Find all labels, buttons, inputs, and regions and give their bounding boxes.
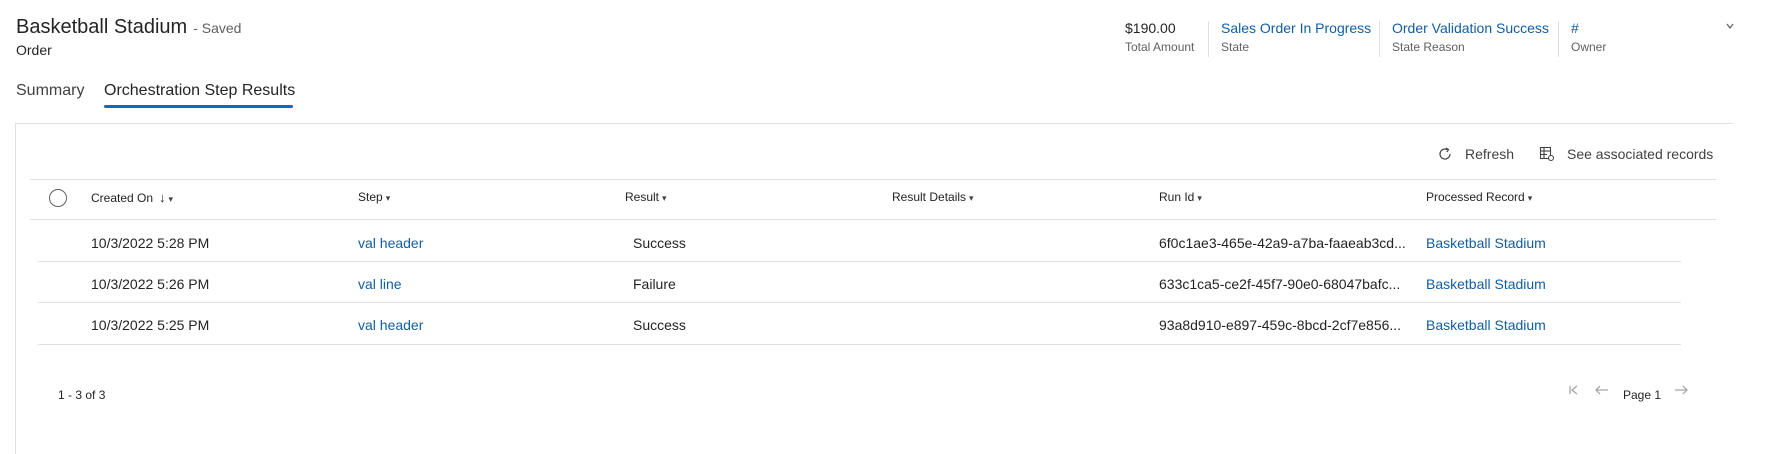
row-divider [38, 302, 1681, 303]
refresh-icon [1439, 147, 1451, 160]
associated-records-icon [1539, 146, 1555, 162]
next-page-icon[interactable] [1673, 383, 1689, 400]
row-divider [38, 261, 1681, 262]
header-divider-line [30, 219, 1716, 220]
owner-link[interactable]: # [1571, 20, 1606, 36]
row-divider [38, 344, 1681, 345]
cell-run-id: 6f0c1ae3-465e-42a9-a7ba-faaeab3cd... [1159, 235, 1406, 251]
chevron-down-icon: ▾ [168, 194, 174, 204]
cell-step-link[interactable]: val header [358, 235, 423, 251]
state-label: State [1221, 40, 1250, 54]
tab-summary[interactable]: Summary [16, 82, 84, 100]
record-title-text: Basketball Stadium [16, 16, 188, 38]
header-divider [1558, 21, 1559, 57]
cell-created-on: 10/3/2022 5:26 PM [91, 276, 210, 292]
cell-step-link[interactable]: val header [358, 317, 423, 333]
total-amount-label: Total Amount [1125, 40, 1195, 54]
see-associated-records-button[interactable]: See associated records [1539, 146, 1713, 162]
select-all-circle-icon[interactable] [49, 189, 67, 207]
column-header-run-id[interactable]: Run Id ▾ [1159, 190, 1202, 204]
column-header-label: Result [625, 190, 660, 204]
header-divider [1379, 21, 1380, 57]
header-field-state-reason: Order Validation Success State Reason [1392, 20, 1549, 58]
header-field-total-amount: $190.00 Total Amount [1125, 20, 1194, 58]
column-header-label: Result Details [892, 190, 967, 204]
cell-run-id: 93a8d910-e897-459c-8bcd-2cf7e856... [1159, 317, 1402, 333]
cell-processed-record-link[interactable]: Basketball Stadium [1426, 317, 1546, 333]
active-tab-indicator [104, 105, 293, 108]
column-header-result[interactable]: Result ▾ [625, 190, 667, 204]
tab-orchestration-step-results[interactable]: Orchestration Step Results [104, 82, 295, 100]
refresh-button[interactable]: Refresh [1437, 146, 1514, 162]
column-header-label: Run Id [1159, 190, 1195, 204]
cell-result: Success [633, 317, 686, 333]
column-header-label: Step [358, 190, 383, 204]
chevron-down-icon: ▾ [662, 193, 667, 203]
column-header-result-details[interactable]: Result Details ▾ [892, 190, 974, 204]
owner-label: Owner [1571, 40, 1607, 54]
cell-run-id: 633c1ca5-ce2f-45f7-90e0-68047bafc... [1159, 276, 1401, 292]
refresh-label: Refresh [1465, 146, 1515, 162]
cell-processed-record-link[interactable]: Basketball Stadium [1426, 276, 1546, 292]
chevron-down-icon: ▾ [969, 193, 974, 203]
state-reason-link[interactable]: Order Validation Success [1392, 20, 1549, 36]
header-divider [1208, 21, 1209, 57]
state-reason-label: State Reason [1392, 40, 1465, 54]
entity-name: Order [16, 42, 52, 58]
column-header-step[interactable]: Step ▾ [358, 190, 390, 204]
cell-result: Failure [633, 276, 676, 292]
state-link[interactable]: Sales Order In Progress [1221, 20, 1371, 36]
cell-processed-record-link[interactable]: Basketball Stadium [1426, 235, 1546, 251]
column-header-processed-record[interactable]: Processed Record ▾ [1426, 190, 1532, 204]
header-field-state: Sales Order In Progress State [1221, 20, 1371, 58]
column-header-label: Processed Record [1426, 190, 1525, 204]
cell-result: Success [633, 235, 686, 251]
page-indicator: Page 1 [1623, 388, 1662, 402]
save-status: - Saved [193, 20, 242, 36]
chevron-down-icon: ▾ [1527, 193, 1533, 203]
first-page-icon[interactable] [1567, 383, 1581, 400]
chevron-down-icon: ▾ [385, 193, 391, 203]
collapse-header-icon[interactable] [1725, 18, 1735, 34]
record-title: Basketball Stadium - Saved [16, 16, 241, 39]
cell-step-link[interactable]: val line [358, 276, 402, 292]
previous-page-icon[interactable] [1594, 383, 1610, 400]
sort-descending-icon: ↓ [159, 190, 166, 205]
record-count: 1 - 3 of 3 [58, 388, 106, 402]
header-field-owner: # Owner [1571, 20, 1606, 58]
see-associated-records-label: See associated records [1567, 146, 1714, 162]
column-header-created-on[interactable]: Created On ↓ ▾ [91, 190, 173, 205]
column-header-label: Created On [91, 191, 154, 205]
cell-created-on: 10/3/2022 5:28 PM [91, 235, 210, 251]
grid-top-divider [30, 179, 1716, 180]
total-amount-value: $190.00 [1125, 20, 1176, 36]
chevron-down-icon: ▾ [1197, 193, 1202, 203]
cell-created-on: 10/3/2022 5:25 PM [91, 317, 210, 333]
